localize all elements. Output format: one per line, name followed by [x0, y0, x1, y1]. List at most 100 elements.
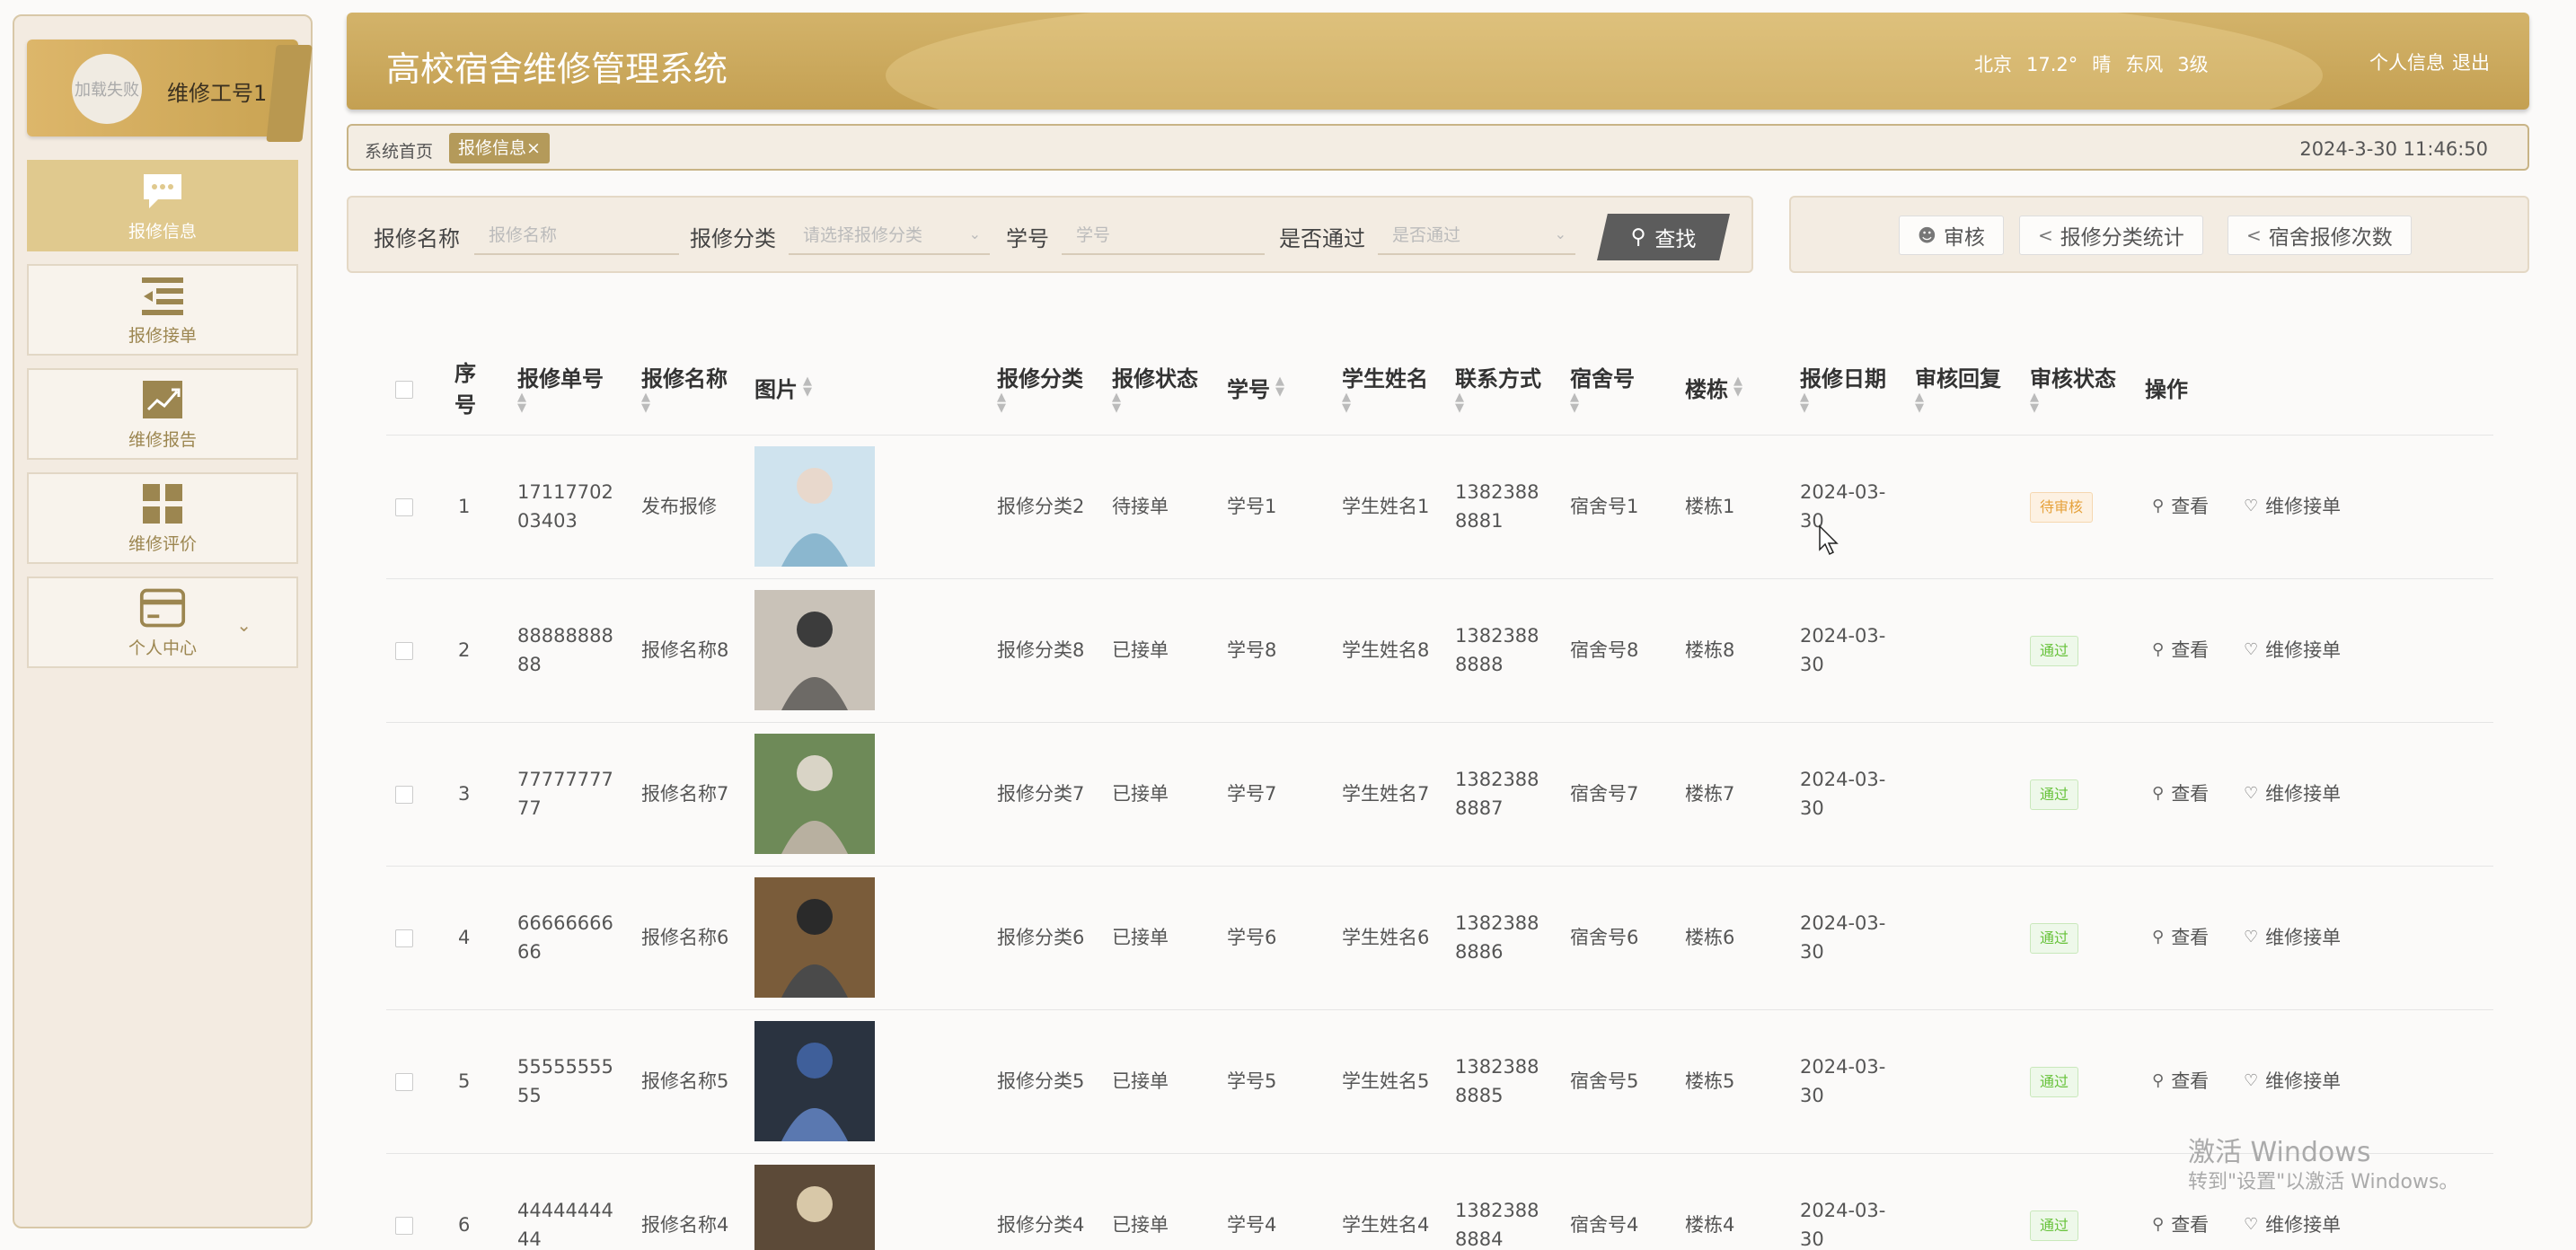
- sort-icon[interactable]: ▲ ▼: [641, 392, 728, 414]
- row-checkbox[interactable]: [395, 929, 413, 947]
- sort-icon[interactable]: ▲ ▼: [1915, 392, 2001, 414]
- sort-icon[interactable]: ▲ ▼: [1734, 375, 1742, 398]
- col-reply[interactable]: 审核回复 ▲ ▼: [1915, 339, 2001, 435]
- accept-repair-button[interactable]: ♡ 维修接单: [2244, 779, 2341, 806]
- profile-link[interactable]: 个人信息: [2369, 52, 2445, 74]
- col-index-label: 序号: [454, 361, 476, 418]
- category-select[interactable]: 请选择报修分类 ⌄: [789, 214, 990, 255]
- cell-order-no: 7777777777: [517, 769, 613, 819]
- breadcrumb-home[interactable]: 系统首页: [365, 138, 433, 163]
- col-student-name[interactable]: 学生姓名 ▲ ▼: [1342, 339, 1428, 435]
- col-category[interactable]: 报修分类 ▲ ▼: [997, 339, 1083, 435]
- sidebar-item-repair-review[interactable]: 维修评价: [27, 472, 298, 564]
- sidebar-item-repair-report[interactable]: 维修报告: [27, 368, 298, 460]
- logout-link[interactable]: 退出: [2452, 52, 2490, 74]
- col-student-no[interactable]: 学号 ▲ ▼: [1227, 339, 1284, 435]
- row-checkbox[interactable]: [395, 642, 413, 660]
- chevron-down-icon: ⌄: [1554, 224, 1566, 242]
- col-status[interactable]: 报修状态 ▲ ▼: [1112, 339, 1198, 435]
- cell-date: 2024-03-30: [1800, 1200, 1886, 1250]
- row-checkbox[interactable]: [395, 1073, 413, 1091]
- row-checkbox[interactable]: [395, 786, 413, 804]
- cell-order-no: 8888888888: [517, 625, 613, 675]
- close-icon[interactable]: ×: [526, 138, 541, 158]
- pass-label: 是否通过: [1279, 226, 1365, 251]
- view-button[interactable]: ⚲ 查看: [2152, 1067, 2209, 1094]
- accept-repair-button[interactable]: ♡ 维修接单: [2244, 1067, 2341, 1094]
- cell-name: 报修名称8: [641, 639, 729, 661]
- view-button[interactable]: ⚲ 查看: [2152, 492, 2209, 519]
- student-no-input[interactable]: 学号: [1062, 214, 1265, 255]
- audit-button[interactable]: ☻ 审核: [1899, 216, 2004, 255]
- dorm-stats-button[interactable]: < 宿舍报修次数: [2228, 216, 2412, 255]
- col-order-no[interactable]: 报修单号 ▲ ▼: [517, 339, 604, 435]
- view-button[interactable]: ⚲ 查看: [2152, 636, 2209, 663]
- search-button[interactable]: ⚲ 查找: [1597, 214, 1730, 260]
- grid-icon: [139, 482, 186, 525]
- repair-name-input[interactable]: 报修名称: [474, 214, 679, 255]
- cell-name: 报修名称7: [641, 783, 729, 805]
- sort-icon[interactable]: ▲ ▼: [517, 392, 604, 414]
- pass-select[interactable]: 是否通过 ⌄: [1378, 214, 1575, 255]
- col-building[interactable]: 楼栋 ▲ ▼: [1685, 339, 1742, 435]
- cell-index: 1: [458, 496, 471, 517]
- accept-repair-button[interactable]: ♡ 维修接单: [2244, 492, 2341, 519]
- col-phone[interactable]: 联系方式 ▲ ▼: [1455, 339, 1541, 435]
- col-name[interactable]: 报修名称 ▲ ▼: [641, 339, 728, 435]
- view-button[interactable]: ⚲ 查看: [2152, 779, 2209, 806]
- table-row: 6 4444444444 报修名称4 报修分类4 已接单 学号4 学生姓名4 13823888…: [386, 1153, 2493, 1250]
- avatar[interactable]: 加载失败: [72, 54, 142, 124]
- col-image[interactable]: 图片 ▲ ▼: [754, 339, 812, 435]
- row-checkbox[interactable]: [395, 498, 413, 516]
- sort-icon[interactable]: ▲ ▼: [2030, 392, 2116, 414]
- status-badge: 通过: [2030, 636, 2079, 666]
- sort-icon[interactable]: ▲ ▼: [1275, 375, 1284, 398]
- sidebar-item-repair-accept[interactable]: 报修接单: [27, 264, 298, 356]
- cell-category: 报修分类2: [997, 496, 1085, 517]
- repair-photo[interactable]: [754, 734, 875, 854]
- status-badge: 通过: [2030, 1210, 2079, 1241]
- sort-icon[interactable]: ▲ ▼: [803, 375, 812, 398]
- dorm-stats-label: 宿舍报修次数: [2268, 226, 2393, 250]
- col-label: 楼栋: [1685, 376, 1728, 402]
- heart-icon: ♡: [2244, 639, 2259, 659]
- view-button[interactable]: ⚲ 查看: [2152, 1210, 2209, 1237]
- col-dorm[interactable]: 宿舍号 ▲ ▼: [1570, 339, 1635, 435]
- cell-student-no: 学号1: [1227, 496, 1277, 517]
- view-label: 查看: [2171, 927, 2210, 948]
- weather-city: 北京: [1974, 54, 2012, 75]
- tab-repair-info[interactable]: 报修信息×: [449, 133, 550, 163]
- repair-photo[interactable]: [754, 590, 875, 710]
- repair-photo[interactable]: [754, 1021, 875, 1141]
- col-date[interactable]: 报修日期 ▲ ▼: [1800, 339, 1886, 435]
- row-checkbox[interactable]: [395, 1217, 413, 1235]
- select-all-checkbox[interactable]: [395, 381, 413, 399]
- sort-icon[interactable]: ▲ ▼: [1800, 392, 1886, 414]
- trend-chart-icon: [139, 378, 186, 421]
- cell-date: 2024-03-30: [1800, 625, 1886, 675]
- view-button[interactable]: ⚲ 查看: [2152, 923, 2209, 950]
- sort-icon[interactable]: ▲ ▼: [1342, 392, 1428, 414]
- sort-icon[interactable]: ▲ ▼: [1455, 392, 1541, 414]
- sort-icon[interactable]: ▲ ▼: [1570, 392, 1635, 414]
- sort-icon[interactable]: ▲ ▼: [997, 392, 1083, 414]
- cell-building: 楼栋4: [1685, 1214, 1735, 1236]
- sidebar-item-repair-info[interactable]: 报修信息: [27, 160, 298, 251]
- repair-photo[interactable]: [754, 877, 875, 998]
- cell-index: 4: [458, 927, 471, 948]
- category-stats-button[interactable]: < 报修分类统计: [2019, 216, 2203, 255]
- windows-watermark-subtitle: 转到"设置"以激活 Windows。: [2188, 1171, 2459, 1193]
- user-card: 加载失败 维修工号1: [27, 40, 313, 142]
- col-audit-status[interactable]: 审核状态 ▲ ▼: [2030, 339, 2116, 435]
- sidebar-item-label: 个人中心: [128, 638, 197, 658]
- sidebar-item-personal-center[interactable]: 个人中心 ⌄: [27, 577, 298, 668]
- repair-photo[interactable]: [754, 446, 875, 567]
- accept-repair-button[interactable]: ♡ 维修接单: [2244, 636, 2341, 663]
- cell-order-no: 6666666666: [517, 912, 613, 963]
- accept-repair-label: 维修接单: [2265, 496, 2342, 517]
- accept-repair-button[interactable]: ♡ 维修接单: [2244, 1210, 2341, 1237]
- sort-icon[interactable]: ▲ ▼: [1112, 392, 1198, 414]
- accept-repair-button[interactable]: ♡ 维修接单: [2244, 923, 2341, 950]
- repair-photo[interactable]: [754, 1165, 875, 1250]
- view-label: 查看: [2171, 496, 2210, 517]
